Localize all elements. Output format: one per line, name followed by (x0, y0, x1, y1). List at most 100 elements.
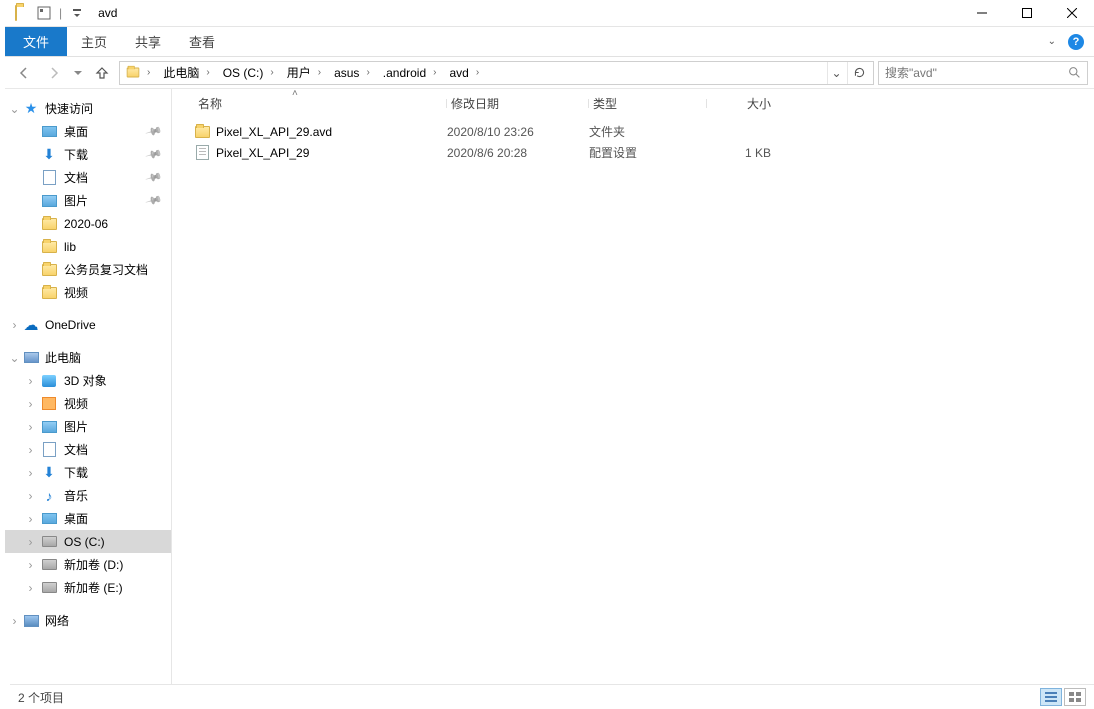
forward-button[interactable] (41, 60, 67, 86)
search-icon[interactable] (1068, 66, 1081, 79)
back-button[interactable] (11, 60, 37, 86)
search-box[interactable]: 搜索"avd" (878, 61, 1088, 85)
tab-home[interactable]: 主页 (67, 27, 121, 56)
this-pc-label: 此电脑 (45, 349, 81, 366)
view-large-icons-button[interactable] (1064, 688, 1086, 706)
chevron-right-icon[interactable]: › (25, 466, 36, 480)
item-count: 2 个项目 (18, 689, 64, 706)
sidebar-item-label: 2020-06 (64, 217, 108, 231)
column-date[interactable]: 修改日期 (447, 95, 589, 112)
chevron-down-icon[interactable]: ⌄ (9, 351, 20, 365)
chevron-right-icon[interactable]: › (25, 512, 36, 526)
pin-icon: 📌 (145, 191, 163, 209)
sidebar-item[interactable]: ›桌面 (5, 507, 171, 530)
sidebar-item[interactable]: ›文档 (5, 438, 171, 461)
close-button[interactable] (1049, 0, 1094, 26)
chevron-right-icon[interactable]: › (25, 489, 36, 503)
qat-properties-icon[interactable] (35, 4, 53, 22)
network-header[interactable]: › 网络 (5, 609, 171, 632)
sidebar-item[interactable]: 公务员复习文档 (5, 258, 171, 281)
sidebar-item[interactable]: 文档 📌 (5, 166, 171, 189)
sidebar-item[interactable]: 2020-06 (5, 212, 171, 235)
sidebar-item-label: 桌面 (64, 123, 88, 140)
breadcrumb-seg-3[interactable]: asus› (330, 62, 377, 84)
file-date: 2020/8/6 20:28 (447, 146, 589, 160)
this-pc-header[interactable]: ⌄ 此电脑 (5, 346, 171, 369)
chevron-right-icon[interactable]: › (25, 443, 36, 457)
ribbon-collapse-icon[interactable]: ⌄ (1048, 36, 1056, 47)
sidebar-item[interactable]: 视频 (5, 281, 171, 304)
sidebar-item[interactable]: ›OS (C:) (5, 530, 171, 553)
sidebar-item-label: 下载 (64, 146, 88, 163)
sidebar-item[interactable]: lib (5, 235, 171, 258)
file-row[interactable]: Pixel_XL_API_292020/8/6 20:28配置设置1 KB (178, 142, 1088, 163)
drive-icon (41, 580, 57, 596)
maximize-button[interactable] (1004, 0, 1049, 26)
help-icon[interactable]: ? (1068, 34, 1084, 50)
sidebar-item-label: 视频 (64, 395, 88, 412)
file-name: Pixel_XL_API_29.avd (216, 125, 332, 139)
file-row[interactable]: Pixel_XL_API_29.avd2020/8/10 23:26文件夹 (178, 121, 1088, 142)
network-icon (23, 613, 39, 629)
chevron-down-icon[interactable]: ⌄ (9, 102, 20, 116)
file-icon (194, 145, 210, 161)
tab-view[interactable]: 查看 (175, 27, 229, 56)
sidebar-item[interactable]: › 新加卷 (E:) (5, 576, 171, 599)
sidebar-item[interactable]: ›新加卷 (D:) (5, 553, 171, 576)
view-details-button[interactable] (1040, 688, 1062, 706)
sidebar-item-label: 图片 (64, 418, 88, 435)
tab-file[interactable]: 文件 (5, 27, 67, 56)
sidebar-item[interactable]: ›3D 对象 (5, 369, 171, 392)
folder-icon (41, 262, 57, 278)
sidebar-item-label: 新加卷 (E:) (64, 579, 123, 596)
sidebar-item-label: lib (64, 240, 76, 254)
sidebar-item[interactable]: ›♪音乐 (5, 484, 171, 507)
sidebar-item[interactable]: › 视频 (5, 392, 171, 415)
status-bar: 2 个项目 (10, 684, 1094, 709)
address-bar[interactable]: › 此电脑› OS (C:)› 用户› asus› .android› avd›… (119, 61, 874, 85)
breadcrumb-root-icon[interactable]: › (122, 62, 157, 84)
window-title: avd (98, 6, 117, 20)
chevron-right-icon[interactable]: › (25, 397, 36, 411)
sidebar-item[interactable]: ⬇下载📌 (5, 143, 171, 166)
column-name[interactable]: 名称 (194, 95, 447, 112)
pin-icon: 📌 (145, 168, 163, 186)
breadcrumb-seg-5[interactable]: avd› (446, 62, 487, 84)
breadcrumb-seg-2[interactable]: 用户› (283, 62, 328, 84)
qat-dropdown-icon[interactable] (68, 4, 86, 22)
quick-access-header[interactable]: ⌄ ★ 快速访问 (5, 97, 171, 120)
column-size[interactable]: 大小 (707, 95, 779, 112)
chevron-right-icon[interactable]: › (9, 318, 20, 332)
chevron-right-icon[interactable]: › (25, 374, 36, 388)
onedrive-header[interactable]: › ☁ OneDrive (5, 314, 171, 336)
address-dropdown-icon[interactable]: ⌄ (827, 62, 845, 84)
search-placeholder: 搜索"avd" (885, 64, 937, 81)
tab-share[interactable]: 共享 (121, 27, 175, 56)
chevron-right-icon[interactable]: › (25, 558, 36, 572)
sidebar-item-label: 图片 (64, 192, 88, 209)
minimize-button[interactable] (959, 0, 1004, 26)
breadcrumb-seg-4[interactable]: .android› (379, 62, 444, 84)
breadcrumb-seg-0[interactable]: 此电脑› (159, 62, 216, 84)
pin-icon: 📌 (145, 145, 163, 163)
file-list-area: ˄ 名称 修改日期 类型 大小 Pixel_XL_API_29.avd2020/… (172, 89, 1094, 684)
sidebar-item[interactable]: › 图片 (5, 415, 171, 438)
breadcrumb-seg-1[interactable]: OS (C:)› (219, 62, 281, 84)
chevron-right-icon[interactable]: › (25, 420, 36, 434)
sidebar-item[interactable]: ›⬇下载 (5, 461, 171, 484)
sidebar-item[interactable]: 图片 📌 (5, 189, 171, 212)
sidebar-item-label: 文档 (64, 169, 88, 186)
recent-locations-button[interactable] (71, 60, 85, 86)
column-type[interactable]: 类型 (589, 95, 707, 112)
document-icon (41, 170, 57, 186)
up-button[interactable] (89, 60, 115, 86)
chevron-right-icon[interactable]: › (25, 581, 36, 595)
folder-icon (194, 124, 210, 140)
chevron-right-icon[interactable]: › (25, 535, 36, 549)
refresh-button[interactable] (847, 62, 871, 84)
ribbon: 文件 主页 共享 查看 ⌄ ? (5, 27, 1094, 57)
sidebar-item[interactable]: 桌面📌 (5, 120, 171, 143)
quick-access-label: 快速访问 (45, 100, 93, 117)
navigation-pane: ⌄ ★ 快速访问 桌面📌⬇下载📌文档📌图片📌2020-06lib公务员复习文档视… (5, 89, 172, 684)
chevron-right-icon[interactable]: › (9, 614, 20, 628)
